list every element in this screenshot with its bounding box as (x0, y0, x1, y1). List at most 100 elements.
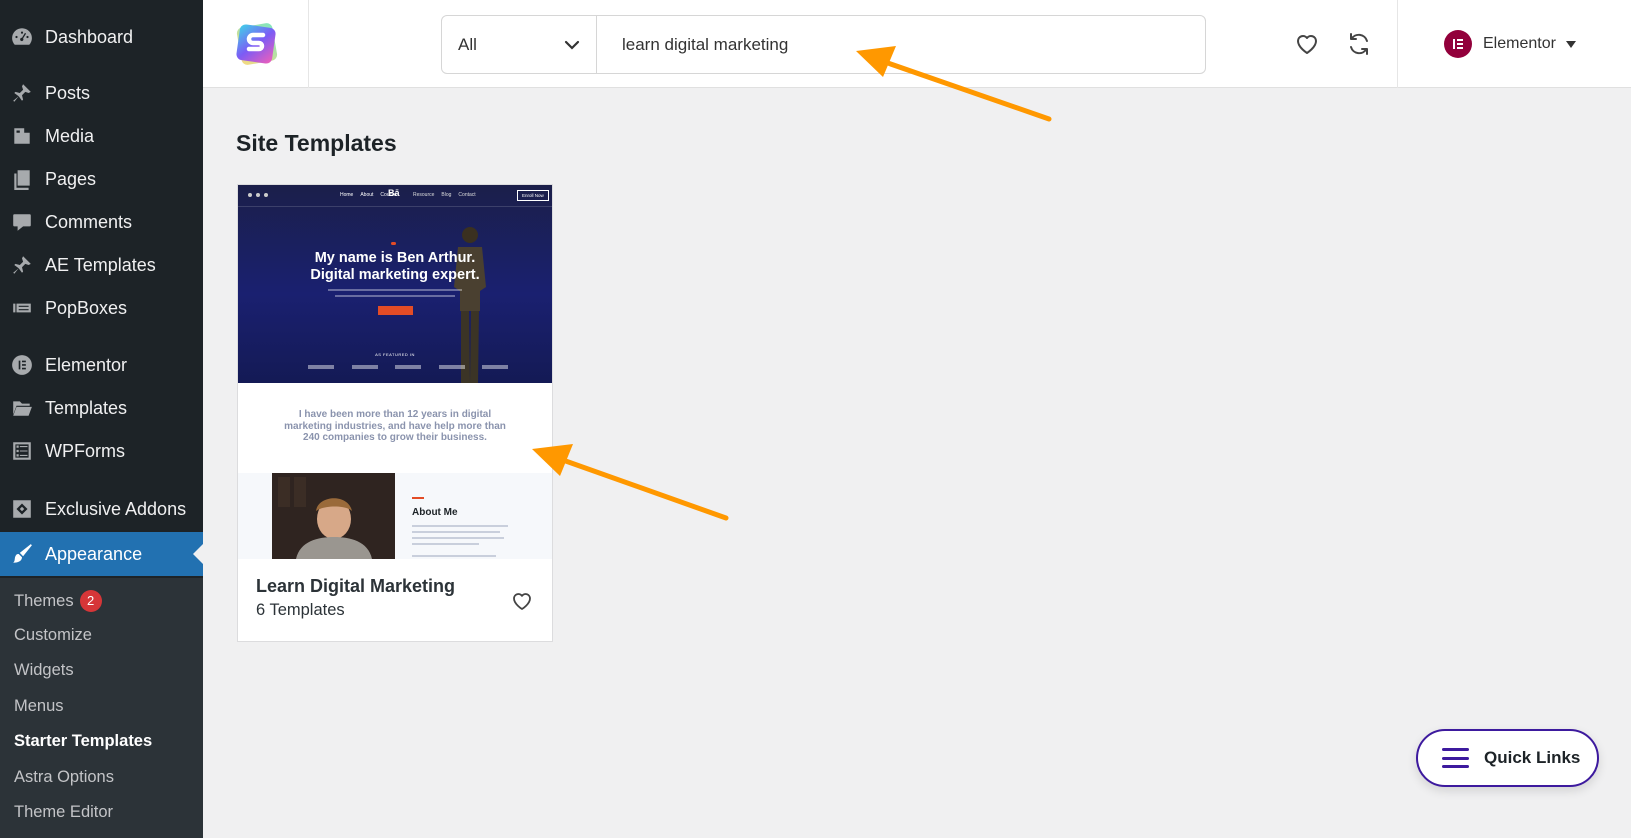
pages-icon (10, 167, 34, 191)
template-count: 6 Templates (256, 601, 345, 619)
section-title: Site Templates (236, 130, 397, 156)
sidebar-item-comments[interactable]: Comments (0, 202, 203, 242)
submenu-item-astra-options[interactable]: Astra Options (14, 768, 114, 787)
submenu-item-label: Widgets (14, 661, 74, 679)
preview-social-icons (248, 193, 278, 197)
submenu-item-customize[interactable]: Customize (14, 626, 92, 645)
preview-nav-link: Home (340, 192, 354, 198)
sidebar-item-media[interactable]: Media (0, 116, 203, 156)
submenu-item-themes[interactable]: Themes 2 (14, 590, 102, 612)
media-icon (10, 124, 34, 148)
preview-accent-dot (391, 242, 396, 245)
search-input[interactable] (597, 16, 1205, 73)
caret-down-icon (1565, 40, 1576, 48)
folder-icon (10, 396, 34, 420)
preview-portrait-photo (272, 473, 395, 559)
dashboard-icon (10, 25, 34, 49)
submenu-item-label: Customize (14, 626, 92, 644)
diamond-icon (10, 497, 34, 521)
preview-nav-links-right: Resource Blog Contact (413, 192, 476, 198)
sidebar-item-dashboard[interactable]: Dashboard (0, 17, 203, 57)
sidebar-item-templates[interactable]: Templates (0, 388, 203, 428)
hamburger-menu-icon (1442, 748, 1469, 768)
sidebar-item-label: Pages (45, 168, 97, 189)
preview-nav-button: Enroll Now (517, 190, 549, 201)
sidebar-item-popboxes[interactable]: PopBoxes (0, 288, 203, 328)
header-divider (1397, 0, 1398, 88)
list-icon (10, 296, 34, 320)
preview-headline-line: My name is Ben Arthur. (314, 250, 476, 266)
sidebar-item-posts[interactable]: Posts (0, 73, 203, 113)
page-builder-dropdown[interactable]: Elementor (1444, 29, 1576, 59)
starter-templates-logo[interactable] (203, 0, 309, 88)
submenu-item-label: Theme Editor (14, 803, 114, 821)
paintbrush-icon (10, 542, 34, 566)
quick-links-label: Quick Links (1484, 748, 1581, 767)
search-filter-select[interactable]: All (442, 16, 597, 73)
preview-cta-button (378, 306, 413, 315)
preview-intro-text: I have been more than 12 years in digita… (284, 409, 506, 443)
template-card[interactable]: Home About Course Bā Resource Blog Conta… (237, 184, 553, 642)
favorite-heart-icon[interactable] (510, 589, 534, 613)
preview-headline-line: Digital marketing expert. (310, 267, 480, 283)
chevron-down-icon (564, 40, 580, 50)
sidebar-item-label: AE Templates (45, 254, 156, 275)
sidebar-item-label: Dashboard (45, 26, 134, 47)
elementor-icon (10, 353, 34, 377)
template-title[interactable]: Learn Digital Marketing (256, 576, 455, 597)
search-filter-value: All (458, 34, 477, 54)
preview-featured-logos (308, 365, 508, 369)
sidebar-item-appearance[interactable]: Appearance (0, 532, 203, 576)
sidebar-item-label: PopBoxes (45, 297, 128, 318)
submenu-item-theme-editor[interactable]: Theme Editor (14, 803, 113, 822)
pushpin-icon (10, 81, 34, 105)
starter-templates-logo-icon (235, 23, 277, 65)
preview-about-text (412, 525, 508, 559)
preview-subtext (328, 289, 462, 301)
quick-links-button[interactable]: Quick Links (1416, 729, 1599, 787)
arrow-to-template-card (532, 444, 729, 521)
sidebar-item-elementor[interactable]: Elementor (0, 345, 203, 385)
submenu-item-menus[interactable]: Menus (14, 697, 64, 716)
sync-refresh-icon[interactable] (1345, 30, 1373, 58)
sidebar-item-label: WPForms (45, 440, 125, 461)
submenu-item-label: Starter Templates (14, 732, 153, 750)
sidebar-item-pages[interactable]: Pages (0, 159, 203, 199)
preview-about-section: About Me (238, 473, 552, 559)
preview-nav: Home About Course Bā Resource Blog Conta… (238, 185, 552, 207)
preview-intro-section: I have been more than 12 years in digita… (238, 383, 552, 473)
update-count-badge: 2 (79, 590, 102, 612)
pushpin-icon (10, 253, 34, 277)
submenu-item-widgets[interactable]: Widgets (14, 661, 74, 680)
sidebar-item-wpforms[interactable]: WPForms (0, 431, 203, 471)
preview-nav-link: Blog (441, 192, 452, 198)
sidebar-item-label: Appearance (45, 543, 143, 564)
preview-hero: Home About Course Bā Resource Blog Conta… (238, 185, 552, 383)
preview-nav-link: Resource (413, 192, 435, 198)
sidebar-item-label: Media (45, 125, 95, 146)
submenu-item-label: Themes (14, 591, 74, 610)
sidebar-item-exclusive-addons[interactable]: Exclusive Addons (0, 489, 203, 529)
preview-brand: Bā (388, 188, 400, 198)
preview-nav-link: Contact (458, 192, 476, 198)
preview-speaker-figure (454, 227, 486, 383)
submenu-item-starter-templates[interactable]: Starter Templates (14, 732, 152, 751)
favorites-heart-icon[interactable] (1293, 30, 1321, 58)
preview-featured-label: AS FEATURED IN (375, 352, 415, 357)
starter-templates-header: All Elementor (203, 0, 1631, 88)
page-builder-name: Elementor (1483, 35, 1556, 52)
sidebar-item-label: Posts (45, 82, 91, 103)
sidebar-item-label: Elementor (45, 354, 128, 375)
elementor-icon (1444, 30, 1472, 58)
submenu-item-label: Menus (14, 697, 64, 715)
admin-sidebar: Dashboard Posts Media Pages Comments AE … (0, 0, 203, 838)
sidebar-item-label: Templates (45, 397, 128, 418)
submenu-item-label: Astra Options (14, 768, 114, 786)
template-preview[interactable]: Home About Course Bā Resource Blog Conta… (238, 185, 552, 559)
sidebar-item-label: Exclusive Addons (45, 498, 187, 519)
preview-about-accent (412, 497, 424, 499)
sidebar-item-ae-templates[interactable]: AE Templates (0, 245, 203, 285)
form-icon (10, 439, 34, 463)
preview-nav-link: About (360, 192, 374, 198)
appearance-submenu: Themes 2 Customize Widgets Menus Starter… (0, 578, 203, 838)
